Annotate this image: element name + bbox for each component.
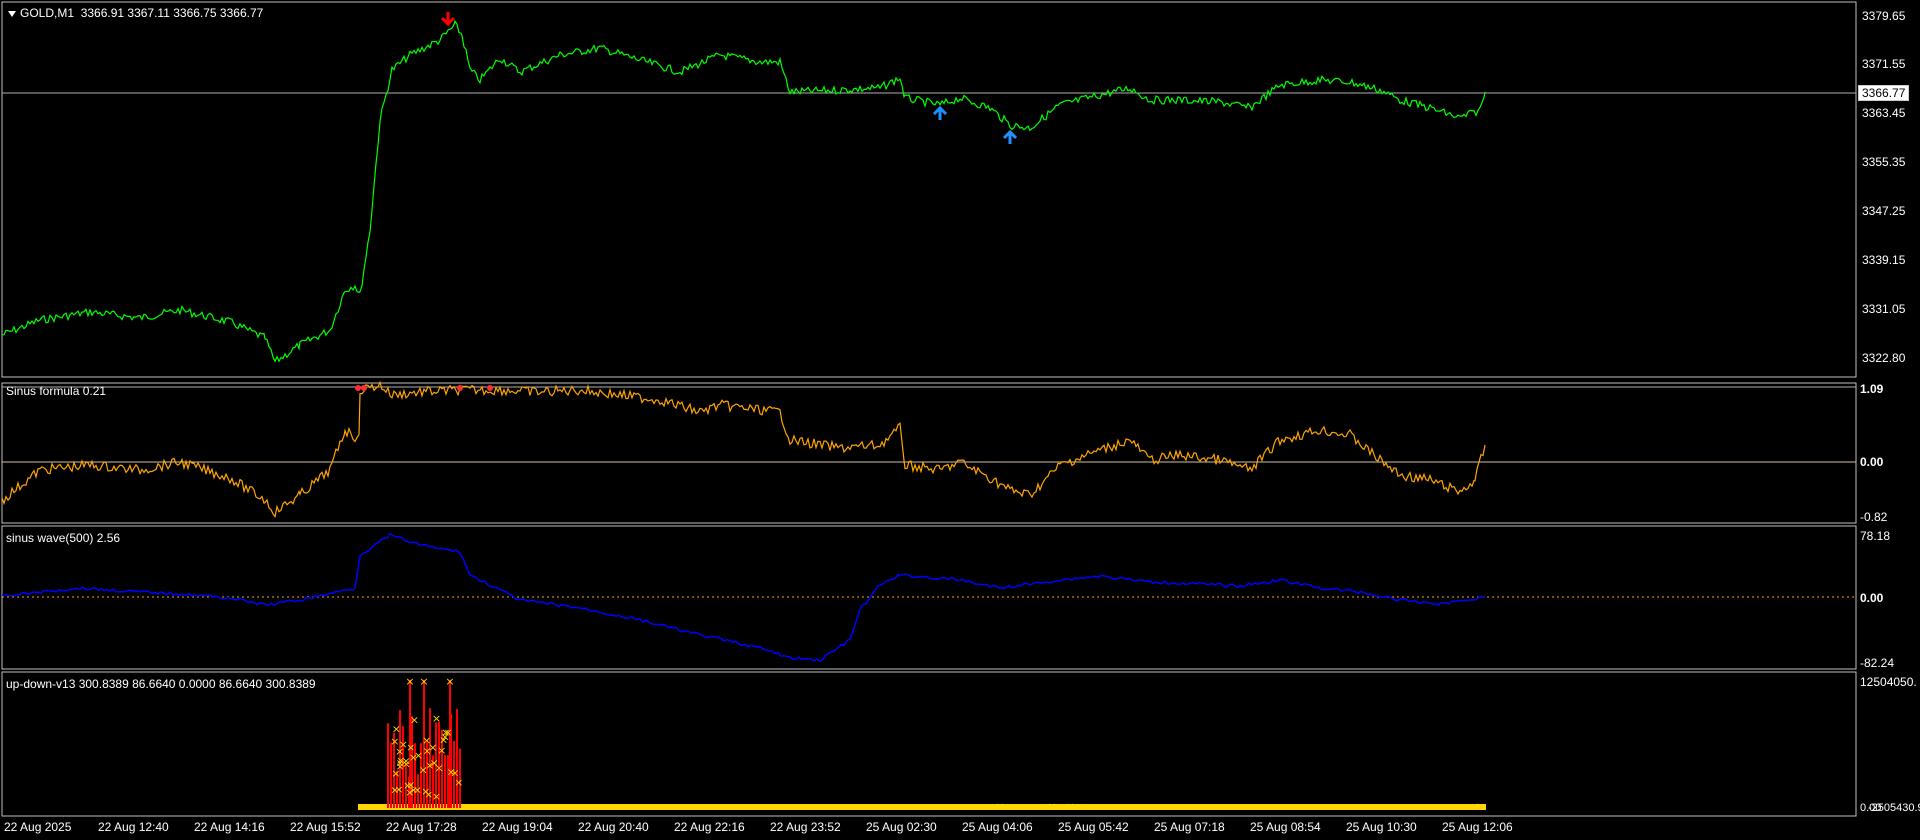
signal-dot-icon [487, 385, 493, 391]
x-marker-icon: × [414, 749, 423, 762]
x-marker-icon: × [1475, 800, 1484, 813]
indicator-axis-label: 1.09 [1860, 382, 1884, 396]
sinus-wave-title: sinus wave(500) 2.56 [6, 531, 121, 545]
time-axis-label: 25 Aug 10:30 [1346, 820, 1417, 834]
x-marker-icon: × [419, 763, 428, 776]
x-marker-icon: × [447, 766, 456, 779]
pane-frame [1, 671, 1857, 817]
time-axis-label: 22 Aug 23:52 [770, 820, 841, 834]
main-pane-title[interactable]: GOLD,M1 3366.91 3367.11 3366.75 3366.77 [8, 6, 263, 20]
current-price-tag: 3366.77 [1858, 85, 1910, 101]
price-line [1, 19, 1486, 363]
x-marker-icon: × [410, 714, 419, 727]
x-marker-icon: × [445, 675, 454, 688]
chart-canvas[interactable]: × × ××××××××××××××××××××××××× ××××××× ××××××… [0, 0, 1920, 840]
time-axis-label: 25 Aug 08:54 [1250, 820, 1321, 834]
time-axis-label: 22 Aug 14:16 [194, 820, 265, 834]
series-layer [1, 19, 1486, 810]
symbol-label: GOLD,M1 [20, 6, 75, 20]
time-axis-label: 22 Aug 22:16 [674, 820, 745, 834]
indicator-axis-label: 0.00 [1860, 455, 1884, 469]
collapse-triangle-icon[interactable] [8, 10, 16, 17]
signal-dot-icon [355, 385, 361, 391]
x-marker-icon: × [437, 744, 446, 757]
x-marker-icon: × [403, 779, 412, 792]
time-axis-label: 22 Aug 2025 [4, 820, 72, 834]
price-axis-label: 3371.55 [1862, 57, 1906, 71]
price-axis-label: 3347.25 [1862, 204, 1906, 218]
signal-dot-icon [457, 385, 463, 391]
price-axis-label: 3363.45 [1862, 106, 1906, 120]
x-marker-icon: × [395, 745, 404, 758]
indicator-axis-label: 0.00 [1860, 802, 1882, 814]
x-marker-icon: × [995, 800, 1004, 813]
x-marker-icon: × [419, 675, 428, 688]
time-axis-label: 25 Aug 02:30 [866, 820, 937, 834]
pane-frames [1, 1, 1857, 817]
x-marker-icon: × [392, 723, 401, 736]
price-axis-label: 3339.15 [1862, 253, 1906, 267]
pane-frame [1, 1, 1857, 378]
signal-dot-icon [361, 385, 367, 391]
time-axis-label: 25 Aug 07:18 [1154, 820, 1225, 834]
time-axis-label: 25 Aug 04:06 [962, 820, 1033, 834]
price-axis-label: 3355.35 [1862, 155, 1906, 169]
marker-layer: × × ××××××××××××××××××××××××× ××××××× ××××××… [355, 12, 1485, 813]
pane-frame [1, 382, 1857, 524]
up-down-title: up-down-v13 300.8389 86.6640 0.0000 86.6… [6, 677, 316, 691]
x-marker-icon: × [405, 675, 414, 688]
ohlc-values: 3366.91 3367.11 3366.75 3366.77 [80, 6, 264, 20]
time-axis-label: 22 Aug 17:28 [386, 820, 457, 834]
indicator-axis-label: 12504050. [1860, 675, 1917, 689]
x-marker-icon: × [1047, 800, 1056, 813]
x-marker-icon: × [435, 762, 444, 775]
price-axis-label: 3379.65 [1862, 9, 1906, 23]
sinus-formula-line [1, 380, 1486, 519]
x-marker-icon: × [396, 760, 405, 773]
time-axis-label: 25 Aug 12:06 [1442, 820, 1513, 834]
x-marker-icon: × [422, 734, 431, 747]
buy-arrow-icon [1002, 129, 1018, 144]
buy-arrow-icon [932, 105, 948, 120]
time-axis-label: 25 Aug 05:42 [1058, 820, 1129, 834]
sinus-formula-title: Sinus formula 0.21 [6, 384, 107, 398]
x-marker-icon: × [1065, 800, 1074, 813]
time-axis-label: 22 Aug 12:40 [98, 820, 169, 834]
x-marker-icon: × [421, 785, 430, 798]
price-axis-label: 3322.80 [1862, 351, 1906, 365]
time-axis-label: 22 Aug 20:40 [578, 820, 649, 834]
time-axis-label: 22 Aug 19:04 [482, 820, 553, 834]
baseline-marker-band [358, 804, 1486, 810]
price-axis-label: 3331.05 [1862, 302, 1906, 316]
time-axis-label: 22 Aug 15:52 [290, 820, 361, 834]
indicator-axis-label: -82.24 [1860, 656, 1895, 670]
x-marker-icon: × [441, 726, 450, 739]
indicator-axis-label: 0.00 [1860, 591, 1884, 605]
x-marker-icon: × [432, 712, 441, 725]
indicator-axis-label: 78.18 [1860, 529, 1891, 543]
indicator-axis-label: -0.82 [1860, 510, 1888, 524]
sell-arrow-icon [440, 12, 456, 27]
